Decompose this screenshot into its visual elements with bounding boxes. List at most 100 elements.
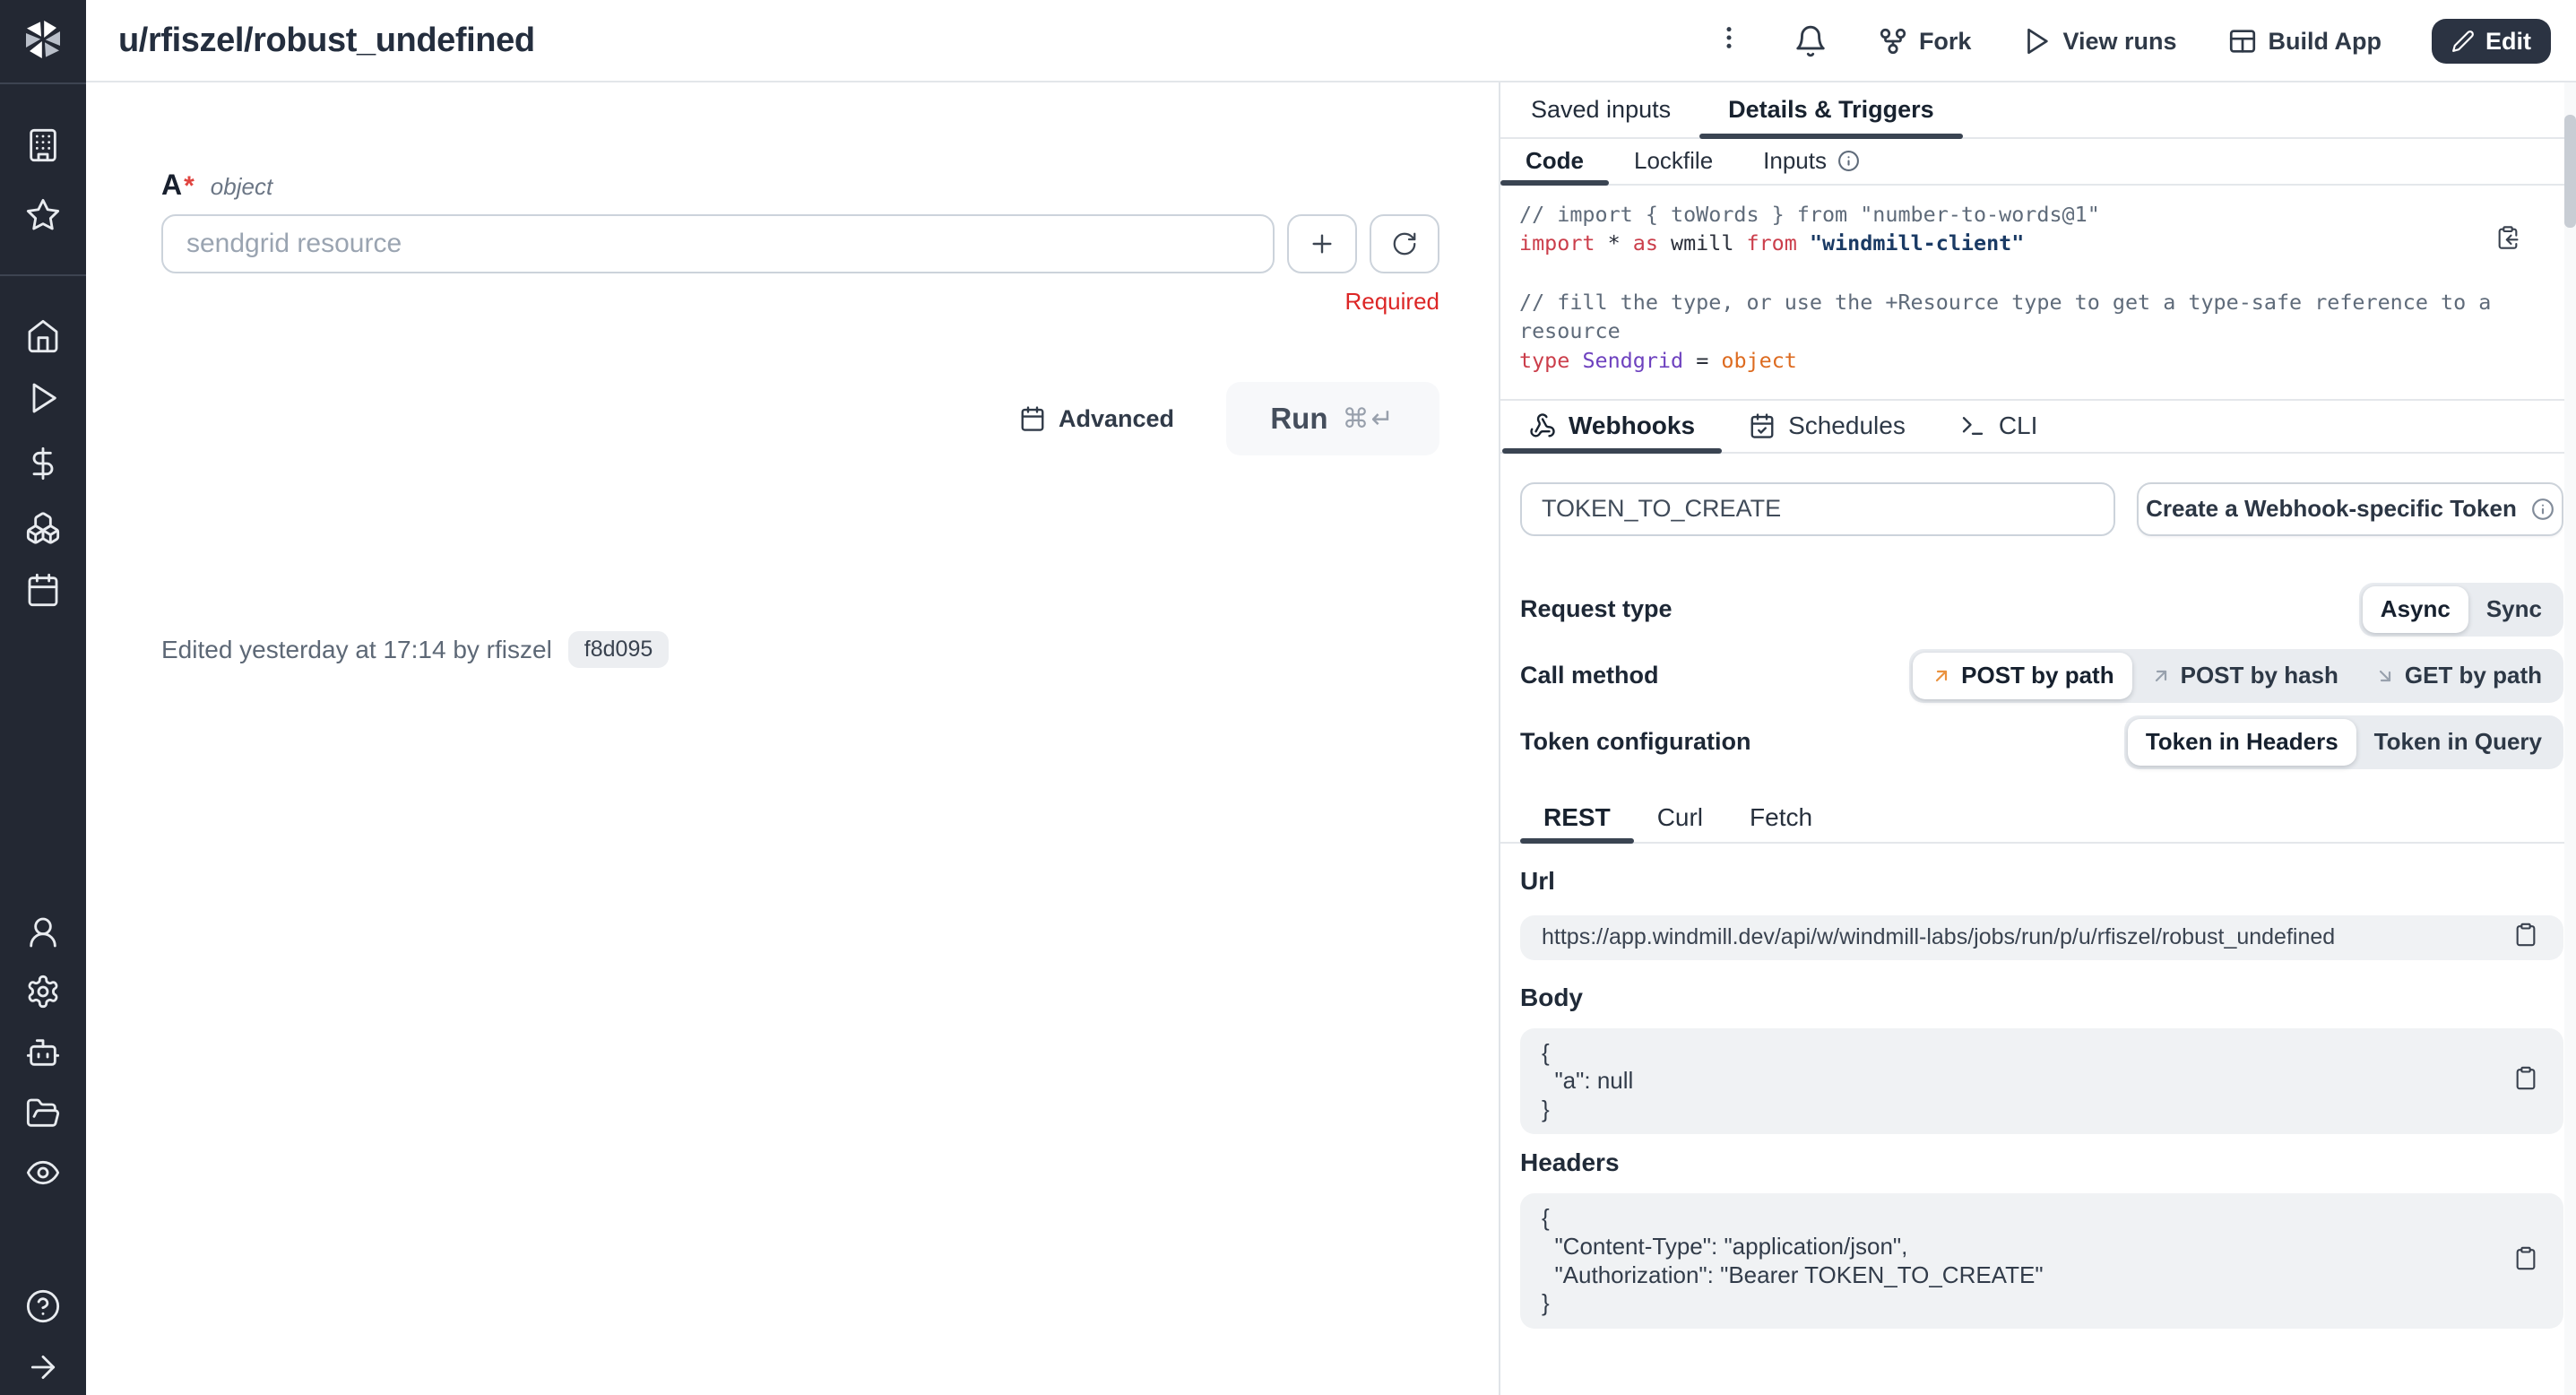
token-input[interactable]	[1520, 482, 2115, 536]
home-icon[interactable]	[25, 318, 61, 354]
tab-inputs[interactable]: Inputs	[1738, 139, 1885, 184]
tab-lockfile[interactable]: Lockfile	[1609, 139, 1738, 184]
body-label: Body	[1520, 983, 2563, 1012]
cli-label: CLI	[1999, 412, 2038, 440]
tab-curl[interactable]: Curl	[1634, 793, 1726, 842]
call-method-label: Call method	[1520, 662, 1659, 689]
run-form-panel: A* object Required Advanced Run	[86, 82, 1499, 1395]
fork-button[interactable]: Fork	[1878, 26, 1972, 56]
build-app-button[interactable]: Build App	[2227, 26, 2382, 56]
required-hint: Required	[161, 288, 1439, 316]
sidebar-divider	[0, 82, 86, 84]
copy-code-icon[interactable]	[2495, 225, 2520, 256]
post-by-hash-label: POST by hash	[2181, 662, 2338, 689]
copy-body-icon[interactable]	[2513, 1065, 2538, 1096]
edit-label: Edit	[2485, 28, 2531, 56]
webhook-url: https://app.windmill.dev/api/w/windmill-…	[1542, 924, 2335, 950]
variables-dollar-icon[interactable]	[25, 446, 61, 481]
help-icon[interactable]	[25, 1288, 61, 1324]
tab-fetch[interactable]: Fetch	[1726, 793, 1836, 842]
advanced-label: Advanced	[1059, 405, 1174, 433]
workers-bot-icon[interactable]	[25, 1035, 61, 1070]
tab-rest[interactable]: REST	[1520, 793, 1634, 842]
refresh-button[interactable]	[1370, 214, 1439, 273]
inputs-label: Inputs	[1763, 147, 1827, 175]
token-config-toggle: Token in Headers Token in Query	[2124, 715, 2563, 769]
tab-details-triggers[interactable]: Details & Triggers	[1699, 82, 1963, 137]
tab-webhooks[interactable]: Webhooks	[1502, 401, 1722, 451]
get-by-path-option[interactable]: GET by path	[2356, 653, 2560, 699]
resources-boxes-icon[interactable]	[25, 510, 61, 546]
tab-schedules[interactable]: Schedules	[1722, 401, 1932, 451]
tab-cli[interactable]: CLI	[1932, 401, 2065, 451]
folders-icon[interactable]	[25, 1096, 61, 1131]
headers-label: Headers	[1520, 1148, 2563, 1177]
scrollbar[interactable]	[2564, 82, 2576, 1395]
code-line: // import { toWords } from "number-to-wo…	[1519, 202, 2100, 227]
token-in-headers-option[interactable]: Token in Headers	[2128, 719, 2356, 766]
edit-button[interactable]: Edit	[2432, 19, 2551, 64]
webhooks-label: Webhooks	[1569, 412, 1695, 440]
post-by-path-option[interactable]: POST by path	[1913, 653, 2131, 699]
field-type-label: object	[211, 173, 272, 201]
add-resource-button[interactable]	[1287, 214, 1357, 273]
post-by-path-label: POST by path	[1961, 662, 2114, 689]
code-tabs: Code Lockfile Inputs	[1500, 139, 2576, 186]
token-config-label: Token configuration	[1520, 728, 1751, 756]
create-token-label: Create a Webhook-specific Token	[2146, 495, 2517, 523]
settings-gear-icon[interactable]	[25, 974, 61, 1009]
workspace-building-icon[interactable]	[25, 127, 61, 163]
required-star: *	[184, 171, 194, 202]
webhook-url-field[interactable]: https://app.windmill.dev/api/w/windmill-…	[1520, 915, 2563, 960]
version-hash-badge[interactable]: f8d095	[568, 631, 669, 668]
create-webhook-token-button[interactable]: Create a Webhook-specific Token	[2137, 482, 2563, 536]
details-panel: Saved inputs Details & Triggers Code Loc…	[1499, 82, 2576, 1395]
header: u/rfiszel/robust_undefined Fork View run…	[86, 0, 2576, 82]
tab-code[interactable]: Code	[1500, 139, 1609, 184]
snippet-tabs: REST Curl Fetch	[1500, 793, 2576, 844]
request-type-toggle: Async Sync	[2359, 583, 2563, 637]
windmill-app: u/rfiszel/robust_undefined Fork View run…	[0, 0, 2576, 1395]
favorites-star-icon[interactable]	[25, 197, 61, 233]
request-type-label: Request type	[1520, 595, 1673, 623]
expand-arrow-icon[interactable]	[25, 1349, 61, 1385]
user-icon[interactable]	[25, 914, 61, 950]
run-button[interactable]: Run ⌘↵	[1226, 382, 1439, 455]
fork-label: Fork	[1919, 28, 1972, 56]
info-icon	[2531, 498, 2554, 521]
panel-tabs: Saved inputs Details & Triggers	[1500, 82, 2576, 139]
copy-headers-icon[interactable]	[2513, 1245, 2538, 1277]
advanced-button[interactable]: Advanced	[1019, 405, 1174, 433]
body-json: { "a": null }	[1520, 1028, 2563, 1135]
kebab-menu-icon[interactable]	[1715, 23, 1743, 59]
code-viewer: // import { toWords } from "number-to-wo…	[1500, 186, 2576, 402]
notifications-bell-icon[interactable]	[1794, 24, 1828, 58]
edited-info: Edited yesterday at 17:14 by rfiszel	[161, 636, 552, 664]
get-by-path-label: GET by path	[2405, 662, 2542, 689]
windmill-logo-icon[interactable]	[22, 18, 65, 61]
url-label: Url	[1520, 867, 2563, 896]
trigger-tabs: Webhooks Schedules CLI	[1500, 401, 2576, 453]
audit-eye-icon[interactable]	[25, 1155, 61, 1191]
post-by-hash-option[interactable]: POST by hash	[2132, 653, 2356, 699]
headers-json: { "Content-Type": "application/json", "A…	[1520, 1193, 2563, 1328]
view-runs-label: View runs	[2062, 28, 2176, 56]
resource-input[interactable]	[161, 214, 1275, 273]
run-label: Run	[1270, 402, 1327, 436]
sidebar	[0, 0, 86, 1395]
build-app-label: Build App	[2269, 28, 2382, 56]
field-label: A	[161, 169, 182, 202]
tab-saved-inputs[interactable]: Saved inputs	[1502, 82, 1699, 137]
schedules-calendar-icon[interactable]	[25, 572, 61, 608]
token-in-query-option[interactable]: Token in Query	[2356, 719, 2560, 766]
info-icon	[1837, 150, 1860, 172]
sidebar-divider	[0, 274, 86, 276]
scrollbar-thumb[interactable]	[2564, 115, 2576, 228]
async-option[interactable]: Async	[2363, 586, 2468, 633]
call-method-toggle: POST by path POST by hash GET by path	[1909, 649, 2563, 703]
copy-url-icon[interactable]	[2513, 922, 2538, 953]
runs-play-icon[interactable]	[25, 380, 61, 416]
sync-option[interactable]: Sync	[2468, 586, 2560, 633]
run-shortcut: ⌘↵	[1343, 403, 1396, 435]
view-runs-button[interactable]: View runs	[2021, 26, 2176, 56]
